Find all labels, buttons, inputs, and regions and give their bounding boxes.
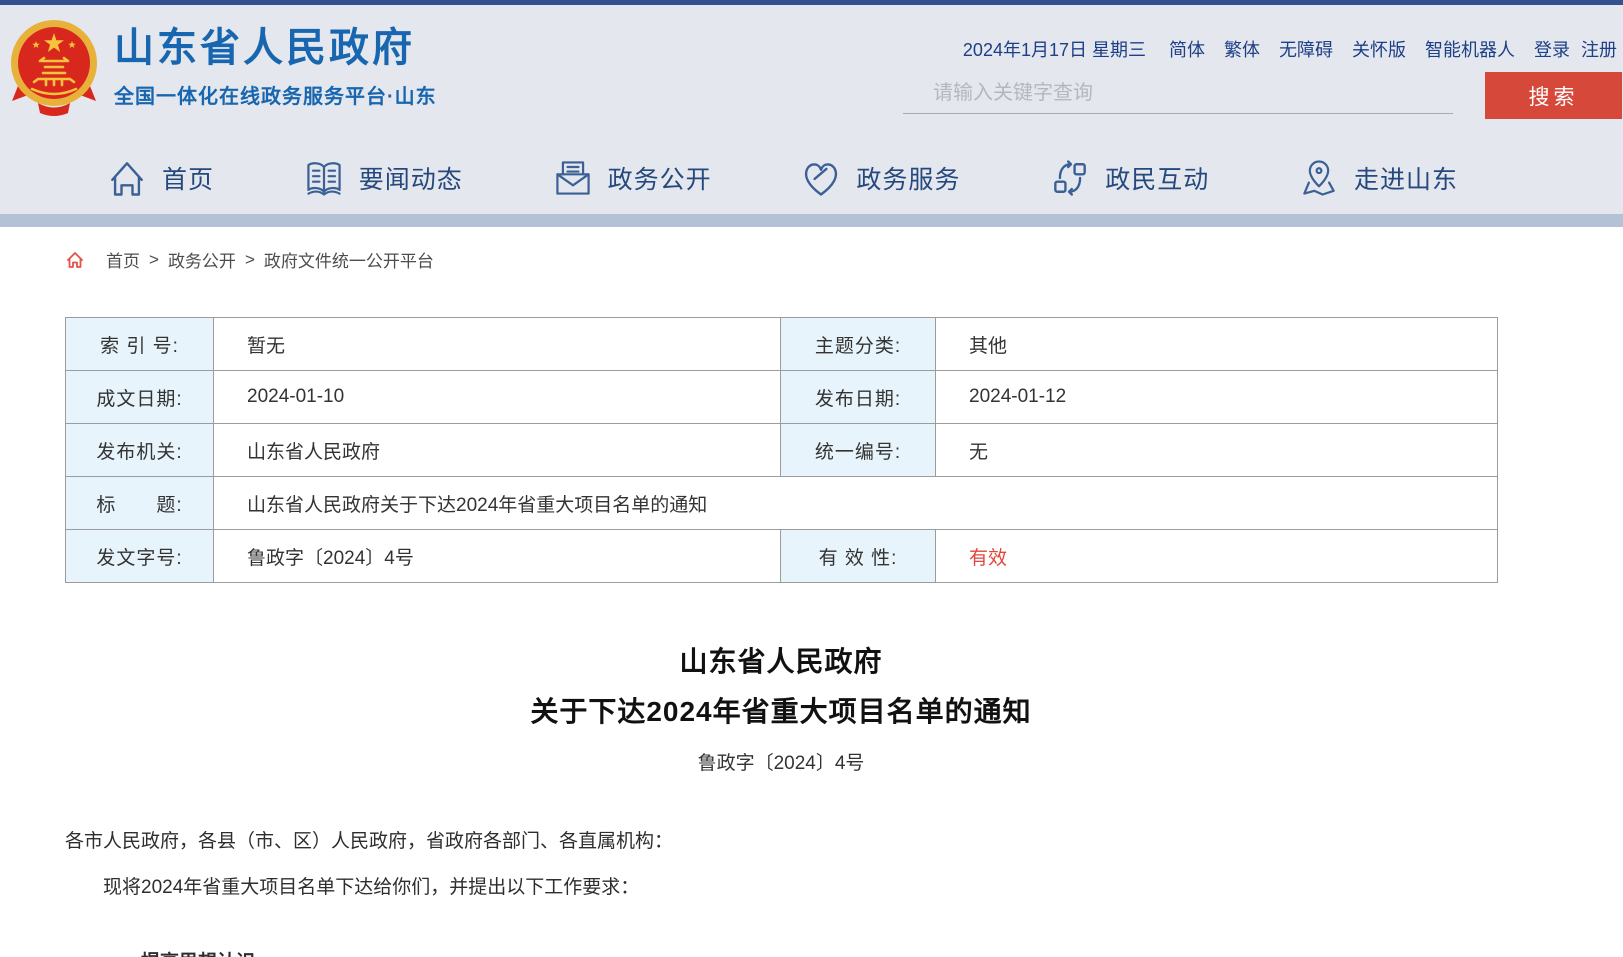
search-area: 搜索 [903,72,1623,119]
meta-value-issuing-agency: 山东省人民政府 [214,424,781,477]
home-icon [105,156,149,200]
toplink-simplified[interactable]: 简体 [1169,36,1205,62]
header-right: 2024年1月17日 星期三 简体 繁体 无障碍 关怀版 智能机器人 登录 注册… [863,5,1623,141]
meta-value-title: 山东省人民政府关于下达2024年省重大项目名单的通知 [214,477,1498,530]
document-heading: 山东省人民政府 关于下达2024年省重大项目名单的通知 鲁政字〔2024〕4号 [65,637,1497,775]
document-title-line2: 关于下达2024年省重大项目名单的通知 [65,687,1497,737]
site-logo[interactable]: 山东省人民政府 全国一体化在线政务服务平台·山东 [8,17,437,117]
search-input[interactable] [903,80,1453,114]
meta-value-validity-status: 有效 [936,530,1498,583]
table-row: 发文字号: 鲁政字〔2024〕4号 有 效 性: 有效 [66,530,1498,583]
breadcrumb-separator: > [245,250,255,270]
nav-item-label: 政民互动 [1105,160,1209,196]
document-meta-table: 索 引 号: 暂无 主题分类: 其他 成文日期: 2024-01-10 发布日期… [65,317,1498,583]
breadcrumb-item-gov-open[interactable]: 政务公开 [168,247,236,272]
meta-label-issuing-agency: 发布机关: [66,424,214,477]
toplink-login[interactable]: 登录 [1534,36,1570,62]
nav-item-label: 要闻动态 [359,160,463,196]
meta-label-title: 标 题: [66,477,214,530]
news-icon [302,156,346,200]
meta-value-doc-number: 鲁政字〔2024〕4号 [214,530,781,583]
service-icon [799,156,843,200]
nav-item-label: 政务服务 [856,160,960,196]
document-title-line1: 山东省人民政府 [65,637,1497,687]
utility-links: 2024年1月17日 星期三 简体 繁体 无障碍 关怀版 智能机器人 登录 注册 [963,36,1617,62]
table-row: 标 题: 山东省人民政府关于下达2024年省重大项目名单的通知 [66,477,1498,530]
section-heading-clipped: 一、提高思想认识 [65,948,1497,957]
divider-band [0,214,1623,227]
document-body: 各市人民政府，各县（市、区）人民政府，省政府各部门、各直属机构： 现将2024年… [65,827,1497,957]
meta-value-publish-date: 2024-01-12 [936,371,1498,424]
interact-icon [1048,156,1092,200]
table-row: 索 引 号: 暂无 主题分类: 其他 [66,318,1498,371]
breadcrumb-item-home[interactable]: 首页 [106,247,140,272]
page: 山东省人民政府 全国一体化在线政务服务平台·山东 2024年1月17日 星期三 … [0,0,1623,957]
nav-item-label: 走进山东 [1354,160,1458,196]
content-area: 首页 > 政务公开 > 政府文件统一公开平台 索 引 号: 暂无 主题分类: 其… [0,247,1623,957]
nav-item-shandong[interactable]: 走进山东 [1297,156,1458,200]
site-header-region: 山东省人民政府 全国一体化在线政务服务平台·山东 2024年1月17日 星期三 … [0,5,1623,214]
nav-item-label: 政务公开 [608,160,712,196]
site-title: 山东省人民政府 [114,26,437,70]
nav-item-news[interactable]: 要闻动态 [302,156,463,200]
main-nav: 首页 要闻动态 政务公开 [0,141,1623,214]
table-row: 成文日期: 2024-01-10 发布日期: 2024-01-12 [66,371,1498,424]
meta-label-doc-number: 发文字号: [66,530,214,583]
site-title-block: 山东省人民政府 全国一体化在线政务服务平台·山东 [114,26,437,109]
toplink-smart-robot[interactable]: 智能机器人 [1425,36,1515,62]
nav-item-home[interactable]: 首页 [105,156,214,200]
national-emblem-icon [8,17,100,117]
current-date: 2024年1月17日 星期三 [963,36,1146,62]
meta-value-unified-number: 无 [936,424,1498,477]
nav-item-service[interactable]: 政务服务 [799,156,960,200]
salutation-paragraph: 各市人民政府，各县（市、区）人民政府，省政府各部门、各直属机构： [65,827,1497,857]
nav-item-gov-open[interactable]: 政务公开 [551,156,712,200]
toplink-traditional[interactable]: 繁体 [1224,36,1260,62]
breadcrumb: 首页 > 政务公开 > 政府文件统一公开平台 [65,247,1497,272]
breadcrumb-item-platform[interactable]: 政府文件统一公开平台 [264,247,434,272]
toplink-register[interactable]: 注册 [1581,36,1617,62]
map-pin-icon [1297,156,1341,200]
intro-paragraph: 现将2024年省重大项目名单下达给你们，并提出以下工作要求： [65,873,1497,903]
meta-value-topic-category: 其他 [936,318,1498,371]
gov-open-icon [551,156,595,200]
meta-label-publish-date: 发布日期: [781,371,936,424]
meta-label-index-number: 索 引 号: [66,318,214,371]
document-number: 鲁政字〔2024〕4号 [65,748,1497,775]
toplink-care-version[interactable]: 关怀版 [1352,36,1406,62]
site-header: 山东省人民政府 全国一体化在线政务服务平台·山东 2024年1月17日 星期三 … [0,5,1623,141]
meta-label-topic-category: 主题分类: [781,318,936,371]
search-button[interactable]: 搜索 [1485,72,1622,119]
table-row: 发布机关: 山东省人民政府 统一编号: 无 [66,424,1498,477]
meta-label-unified-number: 统一编号: [781,424,936,477]
breadcrumb-separator: > [149,250,159,270]
meta-label-validity: 有 效 性: [781,530,936,583]
meta-value-written-date: 2024-01-10 [214,371,781,424]
nav-item-interact[interactable]: 政民互动 [1048,156,1209,200]
nav-item-label: 首页 [162,160,214,196]
breadcrumb-home-icon[interactable] [65,250,85,270]
meta-label-written-date: 成文日期: [66,371,214,424]
site-subtitle: 全国一体化在线政务服务平台·山东 [114,80,437,109]
toplink-accessibility[interactable]: 无障碍 [1279,36,1333,62]
meta-value-index-number: 暂无 [214,318,781,371]
